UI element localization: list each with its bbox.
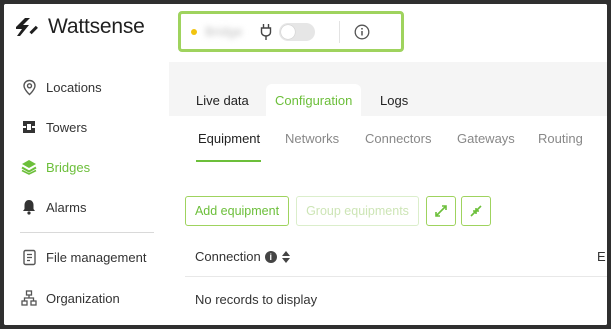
tab-label: Logs <box>380 92 409 108</box>
device-name: Bridge <box>205 24 243 39</box>
empty-table-message: No records to display <box>195 292 318 307</box>
tab-configuration[interactable]: Configuration <box>266 84 362 116</box>
device-status-dot <box>191 28 197 35</box>
sidebar-item-organization[interactable]: Organization <box>20 287 120 309</box>
sidebar-item-label: File management <box>46 249 147 265</box>
column-connection[interactable]: Connection i <box>195 249 290 264</box>
subtab-gateways[interactable]: Gateways <box>457 131 515 146</box>
sidebar-item-file-management[interactable]: File management <box>20 246 146 268</box>
configuration-subtabs: Equipment Networks Connectors Gateways R… <box>169 116 607 160</box>
expand-all-button[interactable] <box>426 196 456 226</box>
app-logo-text: Wattsense <box>48 15 145 38</box>
location-pin-icon <box>20 78 38 96</box>
info-filled-icon: i <box>264 250 277 263</box>
sidebar-item-label: Alarms <box>46 199 87 215</box>
sidebar-item-bridges[interactable]: Bridges <box>20 156 90 178</box>
sidebar-item-locations[interactable]: Locations <box>20 76 102 98</box>
tab-logs[interactable]: Logs <box>371 84 418 116</box>
bell-icon <box>20 198 38 216</box>
subtab-equipment[interactable]: Equipment <box>198 131 260 146</box>
device-status-widget: Bridge <box>178 11 404 52</box>
table-divider <box>185 276 607 277</box>
tab-label: Live data <box>196 92 249 108</box>
sidebar-item-label: Bridges <box>46 159 91 175</box>
sidebar-item-label: Locations <box>46 79 102 95</box>
file-icon <box>20 248 38 266</box>
collapse-icon <box>470 205 482 217</box>
organization-icon <box>20 289 38 307</box>
sidebar: Wattsense Locations Towers Bridges Alarm <box>4 4 169 325</box>
sidebar-divider <box>20 232 154 233</box>
sort-icon[interactable] <box>281 250 290 263</box>
top-bar: Bridge <box>169 4 607 62</box>
table-header: Connection i E <box>169 238 607 276</box>
expand-icon <box>435 205 447 217</box>
column-truncated[interactable]: E <box>597 249 606 264</box>
tab-label: Configuration <box>275 92 353 108</box>
main-content: Live data Configuration Logs Equipment N… <box>169 62 607 325</box>
widget-divider <box>339 20 340 43</box>
app-logo[interactable]: Wattsense <box>14 14 145 40</box>
add-equipment-button[interactable]: Add equipment <box>185 196 289 226</box>
toggle-knob <box>281 24 295 39</box>
sidebar-item-label: Towers <box>46 119 88 135</box>
column-label: Connection <box>195 249 261 264</box>
wattsense-logo-icon <box>16 18 38 36</box>
tower-icon <box>20 118 38 136</box>
subtab-connectors[interactable]: Connectors <box>365 131 431 146</box>
sidebar-item-alarms[interactable]: Alarms <box>20 196 86 218</box>
device-connection-toggle[interactable] <box>279 22 315 41</box>
group-equipments-button[interactable]: Group equipments <box>296 196 419 226</box>
sidebar-item-towers[interactable]: Towers <box>20 116 87 138</box>
sidebar-item-label: Organization <box>46 290 120 306</box>
subtab-routing[interactable]: Routing <box>538 131 583 146</box>
plug-icon <box>259 23 273 41</box>
app-window: Wattsense Locations Towers Bridges Alarm <box>4 4 607 325</box>
subtab-active-indicator <box>196 160 261 162</box>
info-icon[interactable] <box>354 24 370 40</box>
subtab-networks[interactable]: Networks <box>285 131 339 146</box>
collapse-all-button[interactable] <box>461 196 491 226</box>
bridges-icon <box>20 158 38 176</box>
tab-live-data[interactable]: Live data <box>187 84 258 116</box>
